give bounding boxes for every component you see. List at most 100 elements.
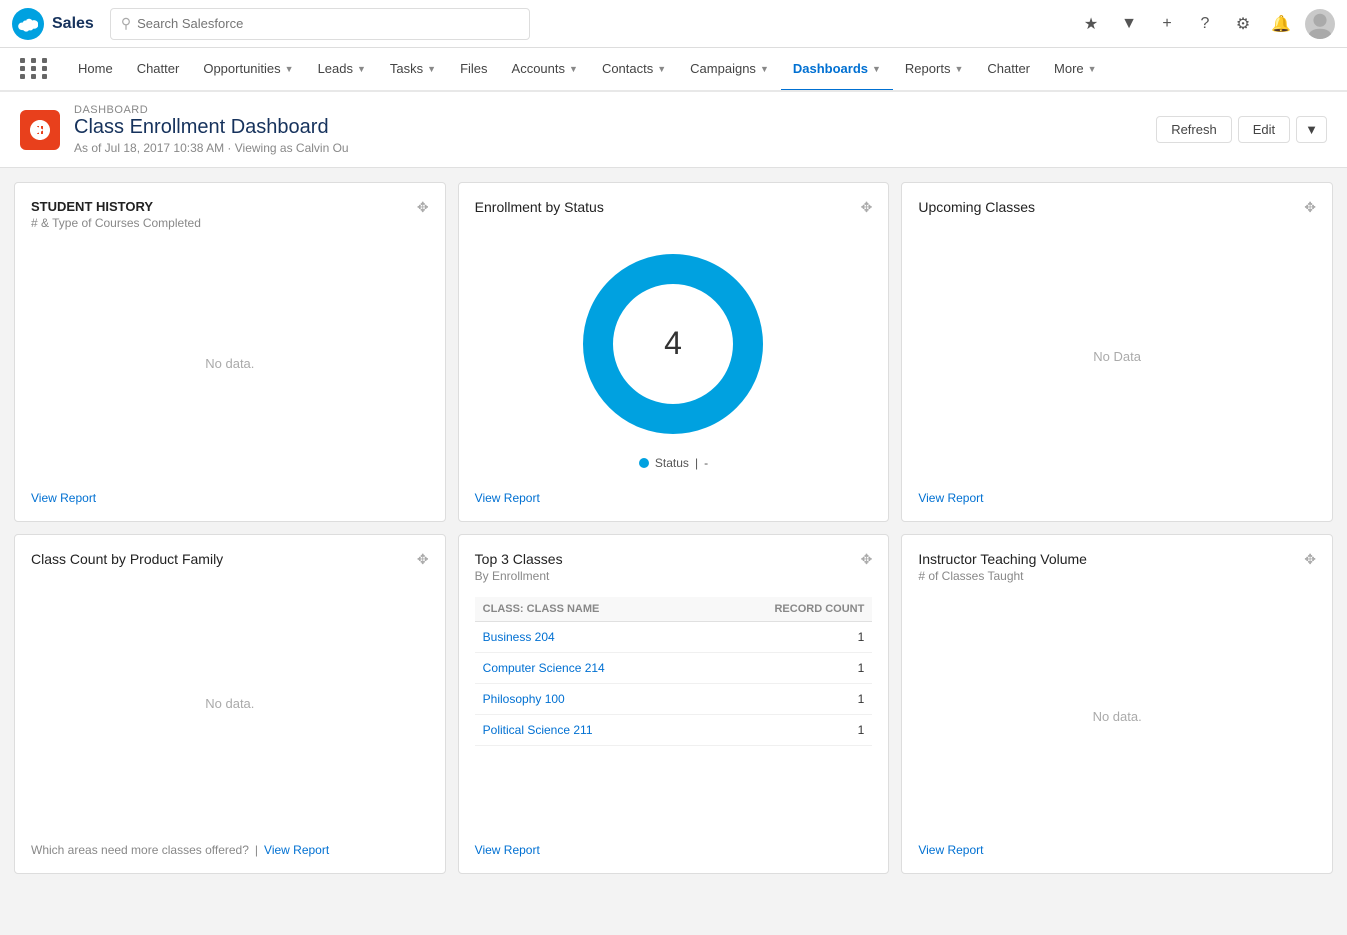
sidebar-item-reports[interactable]: Reports ▼ — [893, 48, 975, 92]
col-record-count: RECORD COUNT — [700, 597, 873, 622]
widget-enrollment-status: Enrollment by Status ✥ 4 Status | - View… — [458, 182, 890, 522]
table-row: Computer Science 214 1 — [475, 653, 873, 684]
widget-upcoming-classes-header: Upcoming Classes ✥ — [918, 199, 1316, 216]
footer-separator: | — [255, 843, 258, 857]
notifications-icon[interactable]: 🔔 — [1267, 10, 1295, 38]
widget-student-history: STUDENT HISTORY # & Type of Courses Comp… — [14, 182, 446, 522]
dashboard-header-right: Refresh Edit ▼ — [1156, 116, 1327, 143]
class-name-link[interactable]: Political Science 211 — [483, 723, 593, 737]
no-data-label: No data. — [1093, 709, 1142, 724]
record-count: 1 — [700, 715, 873, 746]
widget-student-history-header: STUDENT HISTORY # & Type of Courses Comp… — [31, 199, 429, 230]
help-icon[interactable]: ? — [1191, 10, 1219, 38]
widget-top3-header: Top 3 Classes By Enrollment ✥ — [475, 551, 873, 583]
view-report-link[interactable]: View Report — [475, 491, 873, 505]
widget-class-count: Class Count by Product Family ✥ No data.… — [14, 534, 446, 874]
table-row: Business 204 1 — [475, 622, 873, 653]
view-report-link[interactable]: View Report — [918, 491, 1316, 505]
class-name-link[interactable]: Philosophy 100 — [483, 692, 565, 706]
widget-instructor-subtitle: # of Classes Taught — [918, 569, 1087, 583]
widget-enrollment-title: Enrollment by Status — [475, 199, 604, 215]
top-bar: Sales ⚲ ★ ▼ + ? ⚙ 🔔 — [0, 0, 1347, 48]
donut-chart: 4 — [573, 244, 773, 444]
record-count: 1 — [700, 622, 873, 653]
sidebar-item-chatter2[interactable]: Chatter — [975, 48, 1042, 92]
refresh-button[interactable]: Refresh — [1156, 116, 1232, 143]
widget-student-history-subtitle: # & Type of Courses Completed — [31, 216, 201, 230]
search-icon: ⚲ — [121, 15, 131, 32]
sidebar-item-contacts[interactable]: Contacts ▼ — [590, 48, 678, 92]
expand-icon[interactable]: ✥ — [861, 199, 873, 216]
widget-class-count-body: No data. — [31, 574, 429, 833]
setup-icon[interactable]: ⚙ — [1229, 10, 1257, 38]
sidebar-item-more[interactable]: More ▼ — [1042, 48, 1109, 92]
view-report-link[interactable]: View Report — [918, 843, 1316, 857]
avatar[interactable] — [1305, 9, 1335, 39]
donut-legend: Status | - — [639, 456, 708, 470]
widget-class-count-header: Class Count by Product Family ✥ — [31, 551, 429, 568]
nav-bar: Home Chatter Opportunities ▼ Leads ▼ Tas… — [0, 48, 1347, 92]
widget-upcoming-classes: Upcoming Classes ✥ No Data View Report — [901, 182, 1333, 522]
dashboard-header: DASHBOARD Class Enrollment Dashboard As … — [0, 92, 1347, 168]
view-report-link[interactable]: View Report — [264, 843, 329, 857]
sidebar-item-accounts[interactable]: Accounts ▼ — [500, 48, 590, 92]
legend-status-label: Status — [655, 456, 689, 470]
view-report-link[interactable]: View Report — [31, 491, 429, 505]
sidebar-item-tasks[interactable]: Tasks ▼ — [378, 48, 448, 92]
legend-dot — [639, 458, 649, 468]
class-name-link[interactable]: Computer Science 214 — [483, 661, 605, 675]
sidebar-item-dashboards[interactable]: Dashboards ▼ — [781, 48, 893, 92]
expand-icon[interactable]: ✥ — [417, 551, 429, 568]
chevron-down-icon: ▼ — [569, 64, 578, 74]
widget-class-count-footer: Which areas need more classes offered? |… — [31, 833, 429, 857]
chevron-down-icon: ▼ — [427, 64, 436, 74]
favorites-icon[interactable]: ★ — [1077, 10, 1105, 38]
chevron-down-icon: ▼ — [1088, 64, 1097, 74]
sidebar-item-leads[interactable]: Leads ▼ — [306, 48, 378, 92]
no-data-label: No Data — [1093, 349, 1141, 364]
class-name-link[interactable]: Business 204 — [483, 630, 555, 644]
sidebar-item-campaigns[interactable]: Campaigns ▼ — [678, 48, 781, 92]
widget-student-history-title: STUDENT HISTORY — [31, 199, 201, 214]
widget-instructor-body: No data. — [918, 589, 1316, 843]
dashboard-label: DASHBOARD — [74, 104, 349, 116]
chevron-down-icon: ▼ — [954, 64, 963, 74]
widget-top3-subtitle: By Enrollment — [475, 569, 563, 583]
widget-top3-classes: Top 3 Classes By Enrollment ✥ CLASS: CLA… — [458, 534, 890, 874]
favorites-dropdown-icon[interactable]: ▼ — [1115, 10, 1143, 38]
widget-instructor-title: Instructor Teaching Volume — [918, 551, 1087, 567]
expand-icon[interactable]: ✥ — [417, 199, 429, 216]
expand-icon[interactable]: ✥ — [1304, 551, 1316, 568]
top3-table: CLASS: CLASS NAME RECORD COUNT Business … — [475, 597, 873, 746]
app-name: Sales — [52, 15, 94, 33]
widget-upcoming-body: No Data — [918, 222, 1316, 491]
chevron-down-icon: ▼ — [357, 64, 366, 74]
widget-upcoming-title: Upcoming Classes — [918, 199, 1035, 215]
table-row: Political Science 211 1 — [475, 715, 873, 746]
view-report-link[interactable]: View Report — [475, 843, 873, 857]
search-input[interactable] — [137, 16, 519, 31]
expand-icon[interactable]: ✥ — [1304, 199, 1316, 216]
sidebar-item-home[interactable]: Home — [66, 48, 125, 92]
top-right-icons: ★ ▼ + ? ⚙ 🔔 — [1077, 9, 1335, 39]
col-class-name: CLASS: CLASS NAME — [475, 597, 700, 622]
edit-button[interactable]: Edit — [1238, 116, 1290, 143]
nav-apps-grid[interactable] — [8, 48, 66, 92]
chevron-down-icon: ▼ — [872, 64, 881, 74]
sidebar-item-opportunities[interactable]: Opportunities ▼ — [191, 48, 305, 92]
sidebar-item-files[interactable]: Files — [448, 48, 499, 92]
search-bar[interactable]: ⚲ — [110, 8, 530, 40]
record-count: 1 — [700, 653, 873, 684]
more-actions-dropdown[interactable]: ▼ — [1296, 116, 1327, 143]
donut-chart-container: 4 Status | - — [475, 222, 873, 491]
dashboard-title: Class Enrollment Dashboard — [74, 116, 349, 139]
chevron-down-icon: ▼ — [657, 64, 666, 74]
widget-instructor-volume: Instructor Teaching Volume # of Classes … — [901, 534, 1333, 874]
dashboard-icon — [20, 110, 60, 150]
dashboard-title-group: DASHBOARD Class Enrollment Dashboard As … — [74, 104, 349, 155]
add-icon[interactable]: + — [1153, 10, 1181, 38]
table-header-row: CLASS: CLASS NAME RECORD COUNT — [475, 597, 873, 622]
expand-icon[interactable]: ✥ — [861, 551, 873, 568]
footer-text: Which areas need more classes offered? — [31, 843, 249, 857]
sidebar-item-chatter1[interactable]: Chatter — [125, 48, 192, 92]
